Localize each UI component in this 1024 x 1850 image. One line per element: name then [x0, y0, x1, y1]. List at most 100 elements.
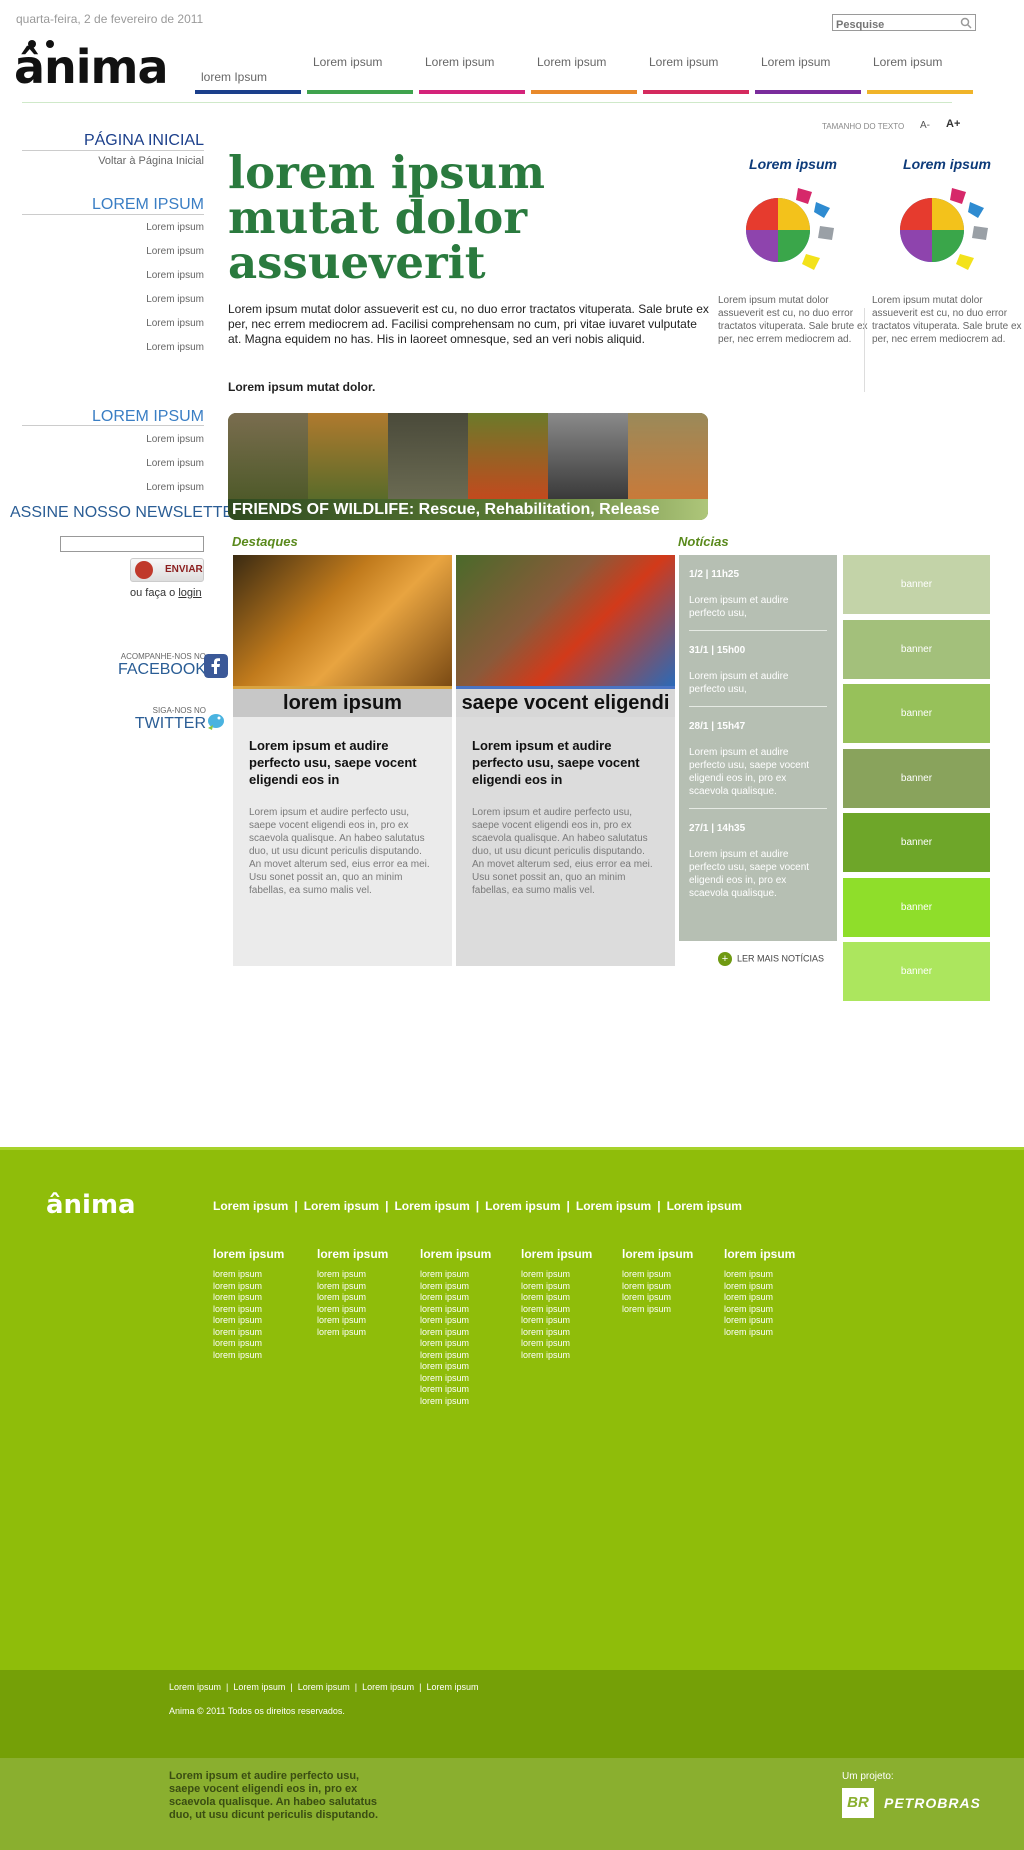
sidebar-home-title[interactable]: PÁGINA INICIAL [16, 132, 204, 150]
facebook-link[interactable]: ACOMPANHE-NOS NO FACEBOOK [84, 652, 228, 679]
footer-column-title[interactable]: lorem ipsum [317, 1247, 388, 1261]
twitter-link[interactable]: SIGA-NOS NO TWITTER [84, 706, 224, 733]
search-icon[interactable] [960, 17, 972, 29]
text-size-decrease-button[interactable]: A- [920, 120, 930, 131]
footer-link[interactable]: lorem ipsum [420, 1304, 491, 1316]
nav-item[interactable]: lorem Ipsum [195, 56, 301, 94]
footer-link[interactable]: lorem ipsum [521, 1350, 592, 1362]
search-input[interactable] [833, 17, 957, 33]
footer-bottom-link[interactable]: Lorem ipsum [233, 1682, 285, 1692]
puzzle-title[interactable]: Lorem ipsum [718, 156, 868, 172]
footer-link[interactable]: lorem ipsum [317, 1304, 388, 1316]
footer-link[interactable]: lorem ipsum [317, 1269, 388, 1281]
nav-item[interactable]: Lorem ipsum [643, 56, 749, 94]
footer-link[interactable]: lorem ipsum [317, 1315, 388, 1327]
footer-link[interactable]: lorem ipsum [420, 1315, 491, 1327]
footer-link[interactable]: lorem ipsum [420, 1327, 491, 1339]
footer-link[interactable]: lorem ipsum [317, 1281, 388, 1293]
sidebar-link[interactable]: Lorem ipsum [16, 294, 204, 305]
nav-item[interactable]: Lorem ipsum [755, 56, 861, 94]
sidebar-link[interactable]: Lorem ipsum [16, 246, 204, 257]
footer-top-link[interactable]: Lorem ipsum [576, 1199, 651, 1213]
footer-logo[interactable]: ânima [46, 1190, 136, 1220]
petrobras-logo[interactable]: BR PETROBRAS [842, 1788, 1002, 1818]
sidebar-link[interactable]: Lorem ipsum [16, 270, 204, 281]
footer-link[interactable]: lorem ipsum [213, 1292, 284, 1304]
footer-link[interactable]: lorem ipsum [420, 1269, 491, 1281]
footer-link[interactable]: lorem ipsum [420, 1338, 491, 1350]
footer-link[interactable]: lorem ipsum [213, 1338, 284, 1350]
banner-slot[interactable]: banner [843, 942, 990, 1001]
sidebar-section1-title[interactable]: LOREM IPSUM [16, 196, 204, 214]
footer-link[interactable]: lorem ipsum [521, 1338, 592, 1350]
puzzle-title[interactable]: Lorem ipsum [872, 156, 1022, 172]
footer-bottom-link[interactable]: Lorem ipsum [427, 1682, 479, 1692]
news-item[interactable]: 31/1 | 15h00 Lorem ipsum et audire perfec… [689, 645, 827, 707]
sidebar-section2-title[interactable]: LOREM IPSUM [16, 408, 204, 426]
footer-link[interactable]: lorem ipsum [420, 1281, 491, 1293]
footer-link[interactable]: lorem ipsum [724, 1269, 795, 1281]
footer-link[interactable]: lorem ipsum [521, 1304, 592, 1316]
banner-slot[interactable]: banner [843, 619, 990, 679]
sidebar-link[interactable]: Lorem ipsum [16, 434, 204, 445]
newsletter-email-field[interactable] [60, 536, 204, 552]
footer-link[interactable]: lorem ipsum [213, 1350, 284, 1362]
news-item[interactable]: 28/1 | 15h47 Lorem ipsum et audire perfec… [689, 721, 827, 809]
destaque-card[interactable]: lorem ipsum Lorem ipsum et audire perfect… [233, 555, 452, 966]
footer-link[interactable]: lorem ipsum [724, 1327, 795, 1339]
footer-link[interactable]: lorem ipsum [317, 1292, 388, 1304]
login-link[interactable]: login [178, 587, 201, 599]
search-box[interactable] [832, 14, 976, 33]
footer-link[interactable]: lorem ipsum [420, 1292, 491, 1304]
footer-link[interactable]: lorem ipsum [622, 1304, 693, 1316]
footer-link[interactable]: lorem ipsum [724, 1292, 795, 1304]
banner-slot[interactable]: banner [843, 748, 990, 808]
sidebar-link[interactable]: Lorem ipsum [16, 222, 204, 233]
banner-slot[interactable]: banner [843, 877, 990, 937]
footer-link[interactable]: lorem ipsum [724, 1315, 795, 1327]
footer-column-title[interactable]: lorem ipsum [420, 1247, 491, 1261]
footer-top-link[interactable]: Lorem ipsum [304, 1199, 379, 1213]
footer-link[interactable]: lorem ipsum [213, 1304, 284, 1316]
nav-item[interactable]: Lorem ipsum [307, 56, 413, 94]
footer-top-link[interactable]: Lorem ipsum [394, 1199, 469, 1213]
footer-column-title[interactable]: lorem ipsum [724, 1247, 795, 1261]
footer-column-title[interactable]: lorem ipsum [213, 1247, 284, 1261]
news-item[interactable]: 1/2 | 11h25 Lorem ipsum et audire perfect… [689, 569, 827, 631]
footer-link[interactable]: lorem ipsum [521, 1269, 592, 1281]
sidebar-link[interactable]: Lorem ipsum [16, 342, 204, 353]
sidebar-link[interactable]: Lorem ipsum [16, 458, 204, 469]
footer-link[interactable]: lorem ipsum [724, 1304, 795, 1316]
sidebar-link[interactable]: Lorem ipsum [16, 482, 204, 493]
footer-link[interactable]: lorem ipsum [622, 1269, 693, 1281]
read-more-news-button[interactable]: + LER MAIS NOTÍCIAS [718, 952, 824, 966]
footer-link[interactable]: lorem ipsum [622, 1281, 693, 1293]
footer-link[interactable]: lorem ipsum [521, 1327, 592, 1339]
text-size-increase-button[interactable]: A+ [946, 118, 960, 130]
footer-link[interactable]: lorem ipsum [317, 1327, 388, 1339]
banner-slot[interactable]: banner [843, 684, 990, 743]
footer-link[interactable]: lorem ipsum [420, 1350, 491, 1362]
footer-link[interactable]: lorem ipsum [521, 1292, 592, 1304]
footer-link[interactable]: lorem ipsum [213, 1269, 284, 1281]
wildlife-banner[interactable]: FRIENDS OF WILDLIFE: Rescue, Rehabilitat… [228, 413, 708, 520]
footer-link[interactable]: lorem ipsum [213, 1315, 284, 1327]
footer-link[interactable]: lorem ipsum [213, 1281, 284, 1293]
footer-link[interactable]: lorem ipsum [724, 1281, 795, 1293]
footer-link[interactable]: lorem ipsum [420, 1373, 491, 1385]
banner-slot[interactable]: banner [843, 555, 990, 614]
sidebar-home-link[interactable]: Voltar à Página Inicial [16, 155, 204, 167]
sidebar-link[interactable]: Lorem ipsum [16, 318, 204, 329]
footer-top-link[interactable]: Lorem ipsum [485, 1199, 560, 1213]
send-button[interactable]: ENVIAR [130, 558, 204, 582]
footer-link[interactable]: lorem ipsum [420, 1396, 491, 1408]
footer-link[interactable]: lorem ipsum [521, 1315, 592, 1327]
nav-item[interactable]: Lorem ipsum [867, 56, 973, 94]
footer-top-link[interactable]: Lorem ipsum [213, 1199, 288, 1213]
nav-item[interactable]: Lorem ipsum [419, 56, 525, 94]
footer-bottom-link[interactable]: Lorem ipsum [298, 1682, 350, 1692]
footer-column-title[interactable]: lorem ipsum [622, 1247, 693, 1261]
footer-column-title[interactable]: lorem ipsum [521, 1247, 592, 1261]
footer-top-link[interactable]: Lorem ipsum [667, 1199, 742, 1213]
footer-link[interactable]: lorem ipsum [622, 1292, 693, 1304]
